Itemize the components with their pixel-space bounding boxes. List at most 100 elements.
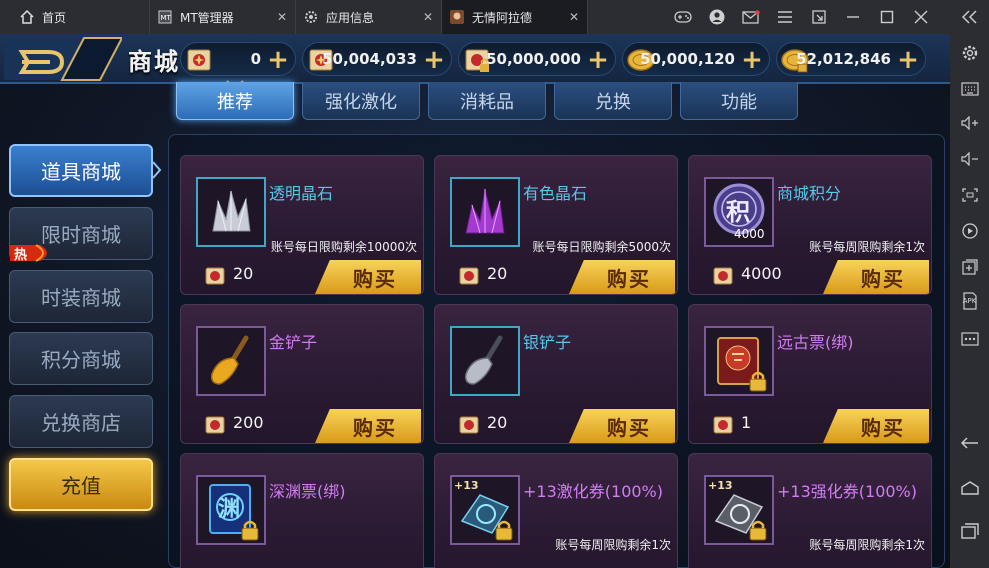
tab-app-info[interactable]: 应用信息 ✕ bbox=[296, 0, 442, 34]
points-coin-char: 积 bbox=[726, 198, 750, 226]
purchase-limit: 账号每日限购剩余10000次 bbox=[270, 240, 417, 254]
minimize-icon[interactable] bbox=[836, 0, 870, 34]
product-price: 20 bbox=[487, 413, 508, 432]
screenshot-icon[interactable] bbox=[950, 182, 989, 208]
purple-crystal-icon bbox=[450, 177, 520, 247]
buy-button[interactable]: 购买 bbox=[569, 409, 675, 443]
shop-header: 商城 0 + 50,004,033 + 50,000,000 + 50,000,… bbox=[0, 34, 950, 84]
currency-value: 0 bbox=[250, 50, 261, 68]
record-icon[interactable] bbox=[950, 218, 989, 244]
window-controls bbox=[666, 0, 938, 34]
lock-icon bbox=[749, 520, 767, 541]
currency-ticket-1: 50,004,033 + bbox=[302, 42, 452, 76]
hot-badge-label: 热 bbox=[14, 248, 28, 263]
mail-icon[interactable] bbox=[734, 0, 768, 34]
tab-game[interactable]: 无情阿拉德 ✕ bbox=[442, 0, 588, 34]
silver-shovel-icon bbox=[450, 326, 520, 396]
lock-icon bbox=[495, 520, 513, 541]
reinforce-scroll-icon: +13 bbox=[704, 475, 774, 545]
add-currency-button[interactable]: + bbox=[739, 47, 765, 73]
close-window-icon[interactable] bbox=[904, 0, 938, 34]
buy-button[interactable]: 购买 bbox=[315, 409, 421, 443]
enhance-level-badge: +13 bbox=[708, 479, 733, 492]
purchase-limit: 账号每周限购剩余1次 bbox=[555, 538, 671, 552]
category-tabs: 推荐 强化激化 消耗品 兑换 功能 bbox=[176, 82, 806, 122]
buy-button[interactable]: 购买 bbox=[823, 409, 929, 443]
keyboard-icon[interactable] bbox=[950, 76, 989, 102]
currency-bar: 0 + 50,004,033 + 50,000,000 + 50,000,120… bbox=[180, 42, 932, 76]
more-options-icon[interactable] bbox=[950, 326, 989, 352]
ticket-scroll-icon bbox=[711, 413, 735, 437]
add-window-icon[interactable] bbox=[950, 254, 989, 280]
add-currency-button[interactable]: + bbox=[265, 47, 291, 73]
menu-item-exchange[interactable]: 兑换商店 bbox=[9, 395, 153, 448]
ticket-scroll-icon bbox=[711, 264, 735, 288]
user-avatar-icon[interactable] bbox=[700, 0, 734, 34]
tab-exchange[interactable]: 兑换 bbox=[554, 82, 672, 120]
ticket-scroll-icon bbox=[203, 413, 227, 437]
purchase-limit: 账号每日限购剩余5000次 bbox=[532, 240, 671, 254]
tab-functions[interactable]: 功能 bbox=[680, 82, 798, 120]
amplify-scroll-icon: +13 bbox=[450, 475, 520, 545]
product-card[interactable]: 银铲子 20 购买 bbox=[434, 304, 678, 444]
buy-button[interactable]: 购买 bbox=[823, 260, 929, 294]
product-card[interactable]: 渊 深渊票(绑) bbox=[180, 453, 424, 568]
product-name: 银铲子 bbox=[523, 333, 572, 352]
product-card[interactable]: 透明晶石 账号每日限购剩余10000次 20 购买 bbox=[180, 155, 424, 295]
product-card[interactable]: +13 +13强化券(100%) 账号每周限购剩余1次 bbox=[688, 453, 932, 568]
product-card[interactable]: +13 +13激化券(100%) 账号每周限购剩余1次 bbox=[434, 453, 678, 568]
recharge-button[interactable]: 充值 bbox=[9, 458, 153, 511]
tab-home[interactable]: 首页 bbox=[0, 0, 150, 34]
product-name: 金铲子 bbox=[269, 333, 318, 352]
settings-gear-icon[interactable] bbox=[950, 40, 989, 66]
add-currency-button[interactable]: + bbox=[895, 47, 921, 73]
apk-label: APK bbox=[962, 297, 977, 305]
close-icon[interactable]: ✕ bbox=[569, 10, 579, 24]
ticket-scroll-icon bbox=[203, 264, 227, 288]
restore-mini-icon[interactable] bbox=[802, 0, 836, 34]
add-currency-button[interactable]: + bbox=[421, 47, 447, 73]
close-icon[interactable]: ✕ bbox=[277, 10, 287, 24]
product-card[interactable]: 有色晶石 账号每日限购剩余5000次 20 购买 bbox=[434, 155, 678, 295]
tab-app-info-label: 应用信息 bbox=[326, 10, 375, 25]
recent-apps-icon[interactable] bbox=[950, 518, 989, 544]
ticket-scroll-icon bbox=[183, 44, 215, 76]
lock-icon bbox=[241, 520, 259, 541]
product-card[interactable]: 金铲子 200 购买 bbox=[180, 304, 424, 444]
tab-enhance[interactable]: 强化激化 bbox=[302, 82, 420, 120]
apk-install-icon[interactable]: APK bbox=[950, 288, 989, 314]
currency-value: 50,004,033 bbox=[322, 50, 417, 68]
emulator-sidebar: APK bbox=[950, 0, 989, 568]
buy-button[interactable]: 购买 bbox=[569, 260, 675, 294]
emulator-tab-bar: 首页 MT MT管理器 ✕ 应用信息 ✕ 无情阿拉德 ✕ bbox=[0, 0, 950, 34]
enhance-level-badge: +13 bbox=[454, 479, 479, 492]
product-name: 远古票(绑) bbox=[777, 333, 854, 352]
product-name: 有色晶石 bbox=[523, 184, 588, 203]
volume-up-icon[interactable] bbox=[950, 110, 989, 136]
product-card[interactable]: 远古票(绑) 1 购买 bbox=[688, 304, 932, 444]
maximize-icon[interactable] bbox=[870, 0, 904, 34]
gamepad-icon[interactable] bbox=[666, 0, 700, 34]
shop-title: 商城 bbox=[128, 48, 180, 76]
back-icon[interactable] bbox=[950, 430, 989, 456]
collapse-sidebar-icon[interactable] bbox=[950, 4, 989, 30]
tab-mt-manager[interactable]: MT MT管理器 ✕ bbox=[150, 0, 296, 34]
buy-button[interactable]: 购买 bbox=[315, 260, 421, 294]
back-logo-button[interactable] bbox=[4, 36, 124, 82]
tab-consumables[interactable]: 消耗品 bbox=[428, 82, 546, 120]
menu-item-points[interactable]: 积分商城 bbox=[9, 332, 153, 385]
menu-icon[interactable] bbox=[768, 0, 802, 34]
tab-recommended[interactable]: 推荐 bbox=[176, 82, 294, 120]
product-card[interactable]: 积 4000 商城积分 账号每周限购剩余1次 4000 购买 bbox=[688, 155, 932, 295]
menu-item-shop[interactable]: 道具商城 bbox=[9, 144, 153, 197]
home-icon bbox=[20, 10, 34, 24]
product-name: 透明晶石 bbox=[269, 184, 334, 203]
currency-value: 50,000,120 bbox=[640, 50, 735, 68]
home-nav-icon[interactable] bbox=[950, 475, 989, 501]
close-icon[interactable]: ✕ bbox=[423, 10, 433, 24]
purchase-limit: 账号每周限购剩余1次 bbox=[809, 240, 925, 254]
menu-item-fashion[interactable]: 时装商城 bbox=[9, 270, 153, 323]
add-currency-button[interactable]: + bbox=[585, 47, 611, 73]
gold-shovel-icon bbox=[196, 326, 266, 396]
volume-down-icon[interactable] bbox=[950, 146, 989, 172]
